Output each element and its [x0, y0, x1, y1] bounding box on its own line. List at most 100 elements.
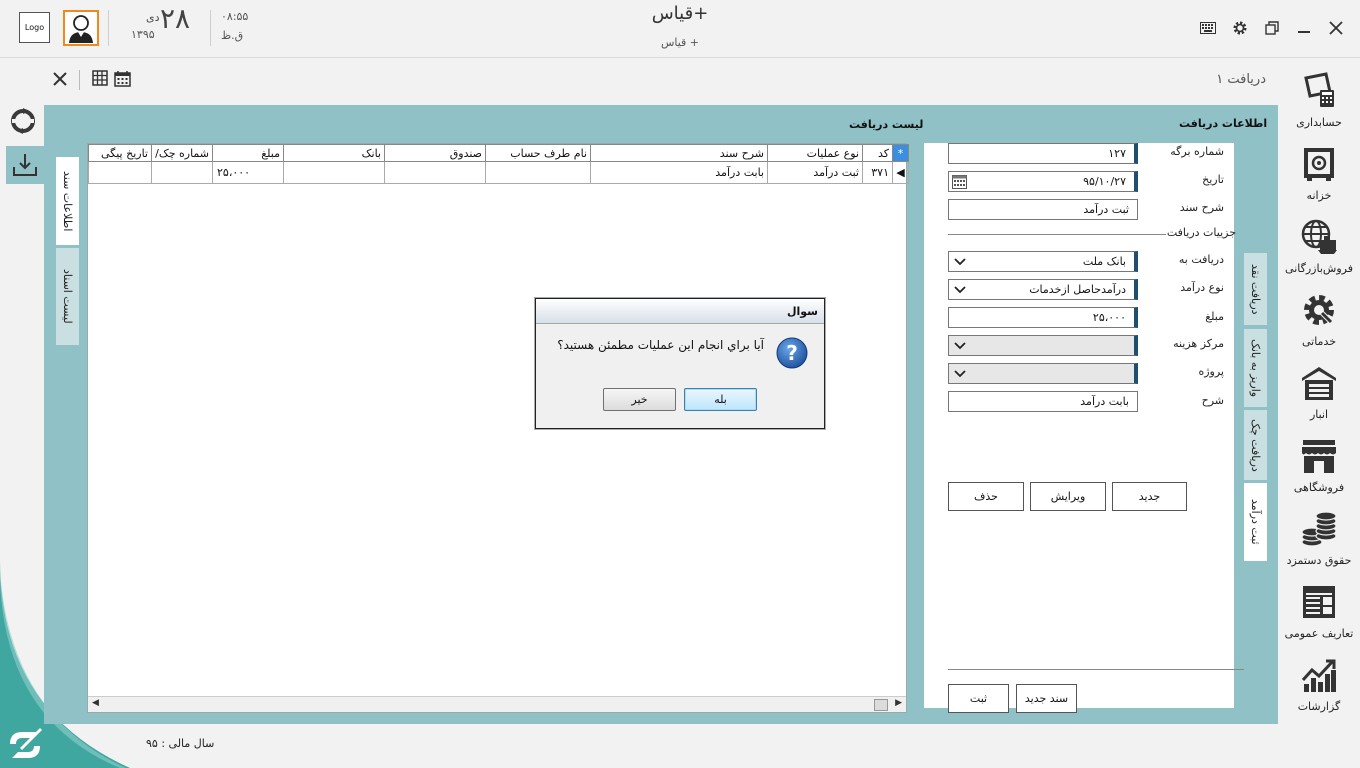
minimize-window-icon[interactable] — [1294, 18, 1314, 38]
tab-label: دریافت چک — [1249, 418, 1262, 472]
coins-icon — [1301, 511, 1337, 547]
company-logo: Logo — [19, 12, 50, 43]
column-header[interactable]: بانک — [283, 144, 385, 162]
yes-button[interactable]: بله — [684, 388, 757, 411]
table-cell: ثبت درآمد — [767, 161, 863, 184]
cost-center-label: مرکز هزینه — [1173, 337, 1224, 350]
sheet-no-field[interactable]: ۱۲۷ — [948, 143, 1138, 164]
date-picker-icon[interactable] — [952, 174, 967, 189]
sidebar-item-services[interactable]: خدماتی — [1278, 287, 1360, 360]
table-cell — [88, 161, 152, 184]
chevron-down-icon[interactable] — [953, 339, 967, 353]
amount-label: مبلغ — [1205, 310, 1224, 323]
horizontal-scrollbar[interactable]: ◀ ▶ — [88, 696, 906, 712]
date-field[interactable]: ۹۵/۱۰/۲۷ — [948, 171, 1138, 192]
form-title: اطلاعات دریافت — [1179, 117, 1268, 130]
new-item-button[interactable]: جدید — [1112, 482, 1187, 511]
receive-to-label: دریافت به — [1178, 253, 1224, 266]
column-header[interactable]: مبلغ — [212, 144, 284, 162]
window-controls — [1198, 18, 1346, 38]
module-sidebar: حسابداری خزانه فروش‌بازرگانی خدماتی انبا… — [1278, 68, 1360, 725]
chevron-down-icon[interactable] — [953, 255, 967, 269]
new-row-star-icon[interactable]: * — [892, 144, 909, 162]
sidebar-item-label: تعاریف عمومی — [1284, 627, 1354, 640]
sidebar-item-label: گزارشات — [1297, 700, 1341, 713]
row-selector-icon[interactable]: ◀ — [892, 161, 909, 184]
tab-check-receipt[interactable]: دریافت چک — [1244, 410, 1267, 480]
tab-document-info[interactable]: اطلاعات سند — [56, 157, 79, 245]
table-cell — [485, 161, 591, 184]
tab-document-list[interactable]: لیست اسناد — [56, 248, 79, 345]
sidebar-item-warehouse[interactable]: انبار — [1278, 360, 1360, 433]
sidebar-item-reports[interactable]: گزارشات — [1278, 652, 1360, 725]
sidebar-item-accounting[interactable]: حسابداری — [1278, 68, 1360, 141]
column-header[interactable]: شرح سند — [590, 144, 768, 162]
column-header[interactable]: نوع عملیات — [767, 144, 863, 162]
column-header[interactable]: نام طرف حساب — [485, 144, 591, 162]
amount-field[interactable]: ۲۵،۰۰۰ — [948, 307, 1138, 328]
sidebar-item-trade-sales[interactable]: فروش‌بازرگانی — [1278, 214, 1360, 287]
scroll-left-icon[interactable]: ◀ — [92, 698, 99, 708]
app-title: قیاس+ — [651, 3, 709, 24]
tab-label: واریز به بانک — [1249, 338, 1262, 398]
chevron-down-icon[interactable] — [953, 283, 967, 297]
keyboard-icon[interactable] — [1198, 18, 1218, 38]
column-header[interactable]: شماره چک/ — [151, 144, 213, 162]
no-button[interactable]: خیر — [603, 388, 676, 411]
scroll-right-icon[interactable]: ▶ — [895, 698, 902, 708]
column-header[interactable]: صندوق — [384, 144, 486, 162]
grid-table-icon[interactable] — [92, 70, 110, 88]
cost-center-select[interactable] — [948, 335, 1138, 356]
tab-label: ثبت درآمد — [1249, 499, 1262, 545]
refresh-icon[interactable] — [9, 107, 37, 135]
receive-to-select[interactable]: بانک ملت — [948, 251, 1138, 272]
description-field[interactable]: ثبت درآمد — [948, 199, 1138, 220]
tab-label: دریافت نقد — [1249, 263, 1262, 315]
income-type-value: درآمدحاصل ازخدمات — [1029, 283, 1126, 296]
project-label: پروژه — [1198, 365, 1224, 378]
close-window-icon[interactable] — [1326, 18, 1346, 38]
import-download-icon[interactable] — [6, 146, 44, 184]
footer-divider — [948, 669, 1244, 670]
tab-bank-deposit[interactable]: واریز به بانک — [1244, 329, 1267, 407]
sidebar-item-treasury[interactable]: خزانه — [1278, 141, 1360, 214]
tab-cash-receipt[interactable]: دریافت نقد — [1244, 253, 1267, 325]
delete-item-button[interactable]: حذف — [948, 482, 1024, 511]
title-bar: Logo ۱۳۹۵ دی ۲۸ ۰۸:۵۵ ق.ظ قیاس+ قیاس + — [0, 0, 1360, 58]
save-button[interactable]: ثبت — [948, 684, 1009, 713]
sidebar-item-general-definitions[interactable]: تعاریف عمومی — [1278, 579, 1360, 652]
edit-item-button[interactable]: ویرایش — [1030, 482, 1106, 511]
restore-window-icon[interactable] — [1262, 18, 1282, 38]
sidebar-item-payroll[interactable]: حقوق دستمزد — [1278, 506, 1360, 579]
separator — [79, 70, 80, 90]
dialog-message: آیا براي انجام این عملیات مطمئن هستید؟ — [557, 338, 764, 352]
document-tab-title: دریافت ۱ — [1216, 72, 1266, 87]
fiscal-year-label: سال مالی : ۹۵ — [146, 737, 215, 750]
date-day: ۲۸ — [160, 2, 191, 35]
note-field[interactable]: بابت درآمد — [948, 391, 1138, 412]
project-select[interactable] — [948, 363, 1138, 384]
chevron-down-icon[interactable] — [953, 367, 967, 381]
scrollbar-thumb[interactable] — [874, 699, 888, 711]
sidebar-item-label: حسابداری — [1296, 116, 1342, 129]
income-type-select[interactable]: درآمدحاصل ازخدمات — [948, 279, 1138, 300]
sidebar-item-store[interactable]: فروشگاهی — [1278, 433, 1360, 506]
user-avatar[interactable] — [63, 10, 99, 46]
column-header[interactable]: تاریخ پیگی — [88, 144, 152, 162]
date-label: تاریخ — [1202, 173, 1224, 186]
clock-ampm: ق.ظ — [221, 29, 244, 42]
settings-gear-icon[interactable] — [1230, 18, 1250, 38]
column-header[interactable]: کد — [862, 144, 893, 162]
close-document-icon[interactable] — [52, 68, 68, 92]
new-document-button[interactable]: سند جدید — [1016, 684, 1077, 713]
date-year: ۱۳۹۵ — [131, 28, 155, 41]
calendar-icon[interactable] — [114, 70, 132, 88]
warehouse-icon — [1302, 367, 1336, 400]
question-icon: ? — [776, 337, 808, 369]
table-row[interactable]: ◀ ۳۷۱ ثبت درآمد بابت درآمد ۲۵،۰۰۰ — [88, 161, 909, 184]
globe-trade-icon — [1301, 219, 1337, 254]
separator — [210, 10, 211, 46]
tab-income-entry[interactable]: ثبت درآمد — [1244, 483, 1267, 561]
logo-text: Logo — [24, 23, 45, 32]
table-cell — [283, 161, 385, 184]
